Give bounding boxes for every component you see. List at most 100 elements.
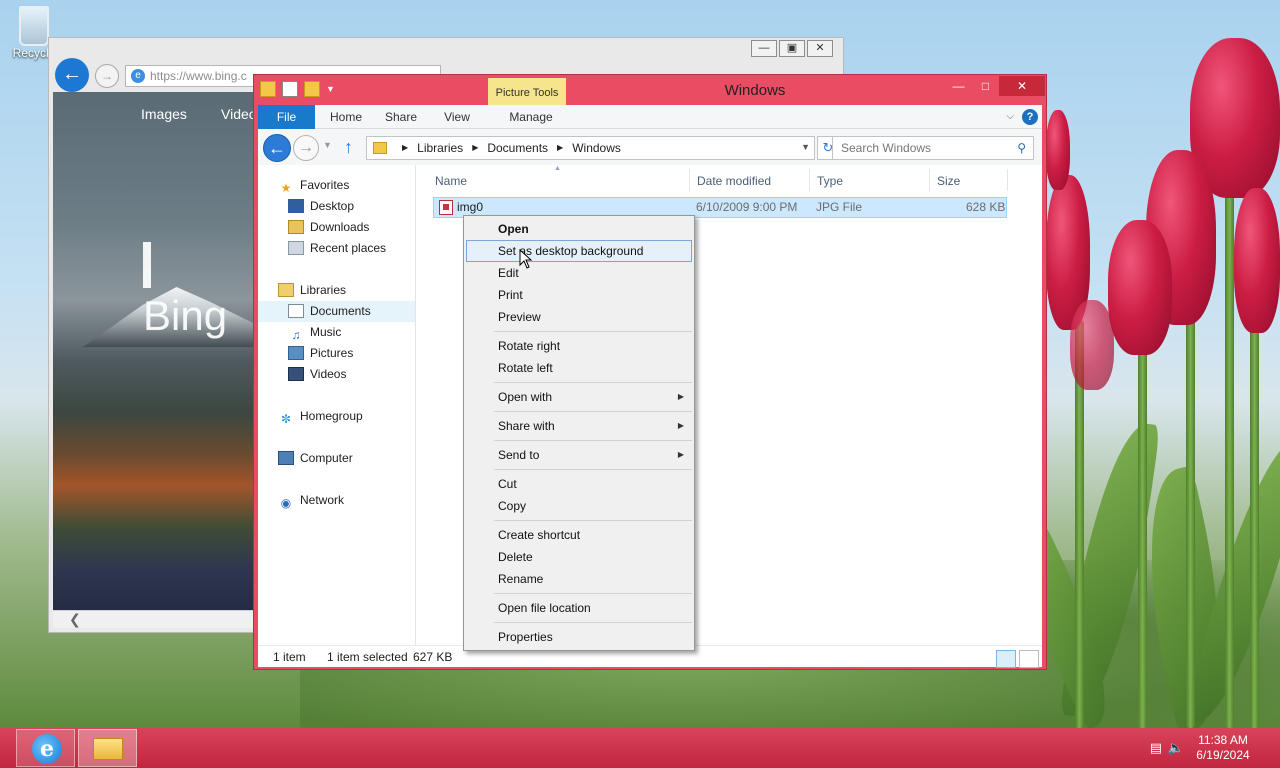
- maximize-button[interactable]: □: [972, 76, 999, 96]
- details-view-icon[interactable]: [996, 650, 1016, 668]
- breadcrumb-documents[interactable]: Documents: [487, 137, 548, 159]
- menu-send-to[interactable]: Send to ▶: [466, 444, 692, 466]
- nav-favorites[interactable]: ★ Favorites: [278, 175, 350, 196]
- nav-libraries-label: Libraries: [300, 283, 347, 297]
- tab-view[interactable]: View: [432, 105, 482, 129]
- menu-properties[interactable]: Properties: [466, 626, 692, 648]
- nav-computer[interactable]: Computer: [278, 448, 353, 469]
- nav-downloads[interactable]: Downloads: [288, 217, 369, 238]
- column-divider[interactable]: [1007, 169, 1008, 191]
- menu-open-with[interactable]: Open with ▶: [466, 386, 692, 408]
- minimize-button[interactable]: —: [945, 76, 972, 96]
- breadcrumb-chevron-icon[interactable]: ▶: [402, 137, 408, 159]
- menu-separator: [494, 382, 692, 383]
- column-type[interactable]: Type: [817, 171, 843, 191]
- large-icons-view-icon[interactable]: [1019, 650, 1039, 668]
- search-icon[interactable]: ⚲: [1017, 137, 1026, 159]
- recycle-bin-icon: [19, 6, 49, 46]
- menu-print[interactable]: Print: [466, 284, 692, 306]
- menu-copy[interactable]: Copy: [466, 495, 692, 517]
- column-size[interactable]: Size: [937, 171, 960, 191]
- nav-music[interactable]: ♫ Music: [288, 322, 342, 343]
- status-item-count: 1 item: [273, 650, 306, 664]
- close-button[interactable]: ✕: [999, 76, 1045, 96]
- nav-documents[interactable]: Documents: [258, 301, 415, 322]
- nav-recent-places[interactable]: Recent places: [288, 238, 386, 259]
- clock[interactable]: 11:38 AM 6/19/2024: [1188, 733, 1258, 763]
- scroll-left-icon[interactable]: ❮: [69, 611, 81, 628]
- nav-downloads-label: Downloads: [310, 220, 370, 234]
- address-dropdown-icon[interactable]: ▼: [801, 142, 810, 152]
- browser-horizontal-scrollbar[interactable]: ❮: [53, 610, 256, 628]
- nav-pictures[interactable]: Pictures: [288, 343, 353, 364]
- navigation-pane: ★ Favorites Desktop Downloads Recent plac…: [258, 165, 416, 645]
- menu-share-with[interactable]: Share with ▶: [466, 415, 692, 437]
- taskbar-internet-explorer[interactable]: e: [16, 729, 75, 767]
- menu-open[interactable]: Open: [466, 218, 692, 240]
- bing-nav-videos[interactable]: Video: [221, 106, 256, 122]
- music-icon: ♫: [291, 328, 301, 342]
- menu-separator: [494, 331, 692, 332]
- search-input[interactable]: Search Windows ⚲: [832, 136, 1034, 160]
- search-placeholder: Search Windows: [841, 141, 932, 155]
- column-divider[interactable]: [929, 169, 930, 191]
- nav-homegroup[interactable]: ✼ Homegroup: [278, 406, 363, 427]
- tab-home[interactable]: Home: [320, 105, 372, 129]
- bing-nav-images[interactable]: Images: [141, 106, 187, 122]
- nav-network[interactable]: ◉ Network: [278, 490, 344, 511]
- tab-manage[interactable]: Manage: [492, 105, 570, 129]
- mouse-pointer-icon: [519, 249, 533, 269]
- column-divider[interactable]: [809, 169, 810, 191]
- volume-muted-icon[interactable]: 🔈: [1168, 740, 1184, 756]
- navigation-bar: ← → ▼ ↑ ▶ Libraries ▶ Documents ▶ Window…: [258, 129, 1042, 165]
- forward-button[interactable]: →: [293, 135, 319, 161]
- menu-separator: [494, 593, 692, 594]
- nav-libraries[interactable]: Libraries: [278, 280, 346, 301]
- menu-rename[interactable]: Rename: [466, 568, 692, 590]
- nav-videos[interactable]: Videos: [288, 364, 346, 385]
- menu-preview[interactable]: Preview: [466, 306, 692, 328]
- help-icon[interactable]: ?: [1022, 109, 1038, 125]
- taskbar-file-explorer[interactable]: [78, 729, 137, 767]
- breadcrumb: ▶ Libraries ▶ Documents ▶ Windows: [393, 137, 621, 159]
- breadcrumb-libraries[interactable]: Libraries: [417, 137, 463, 159]
- tab-file[interactable]: File: [258, 105, 315, 129]
- submenu-arrow-icon: ▶: [677, 450, 684, 459]
- menu-delete[interactable]: Delete: [466, 546, 692, 568]
- column-date-modified[interactable]: Date modified: [697, 171, 771, 191]
- menu-edit[interactable]: Edit: [466, 262, 692, 284]
- restore-icon[interactable]: ▣: [779, 40, 805, 57]
- close-icon[interactable]: ✕: [807, 40, 833, 57]
- breadcrumb-chevron-icon[interactable]: ▶: [472, 137, 478, 159]
- menu-set-desktop-background[interactable]: Set as desktop background: [466, 240, 692, 262]
- file-type: JPG File: [816, 200, 863, 214]
- back-button[interactable]: ←: [263, 134, 291, 162]
- menu-cut[interactable]: Cut: [466, 473, 692, 495]
- browser-forward-button[interactable]: →: [95, 64, 119, 88]
- menu-share-with-label: Share with: [498, 419, 555, 433]
- pictures-icon: [288, 346, 304, 360]
- recent-locations-icon[interactable]: ▼: [323, 140, 332, 150]
- browser-back-button[interactable]: ←: [55, 58, 89, 92]
- nav-desktop[interactable]: Desktop: [288, 196, 354, 217]
- menu-rotate-left[interactable]: Rotate left: [466, 357, 692, 379]
- menu-open-file-location[interactable]: Open file location: [466, 597, 692, 619]
- file-explorer-icon: [93, 738, 123, 760]
- nav-computer-label: Computer: [300, 451, 353, 465]
- libraries-icon: [278, 283, 294, 297]
- wallpaper-stem: [1186, 300, 1195, 728]
- explorer-title-bar[interactable]: ▼ Picture Tools Windows — □ ✕: [254, 75, 1046, 108]
- minimize-icon[interactable]: —: [751, 40, 777, 57]
- address-bar[interactable]: ▶ Libraries ▶ Documents ▶ Windows ▼: [366, 136, 815, 160]
- expand-ribbon-icon[interactable]: ⌵: [1006, 109, 1014, 125]
- menu-create-shortcut[interactable]: Create shortcut: [466, 524, 692, 546]
- network-status-icon[interactable]: ▤: [1150, 740, 1162, 756]
- menu-rotate-right[interactable]: Rotate right: [466, 335, 692, 357]
- breadcrumb-windows[interactable]: Windows: [572, 137, 621, 159]
- breadcrumb-chevron-icon[interactable]: ▶: [557, 137, 563, 159]
- column-divider[interactable]: [689, 169, 690, 191]
- column-name[interactable]: Name: [435, 171, 467, 191]
- tab-share[interactable]: Share: [376, 105, 426, 129]
- up-arrow-icon[interactable]: ↑: [344, 137, 353, 158]
- menu-separator: [494, 469, 692, 470]
